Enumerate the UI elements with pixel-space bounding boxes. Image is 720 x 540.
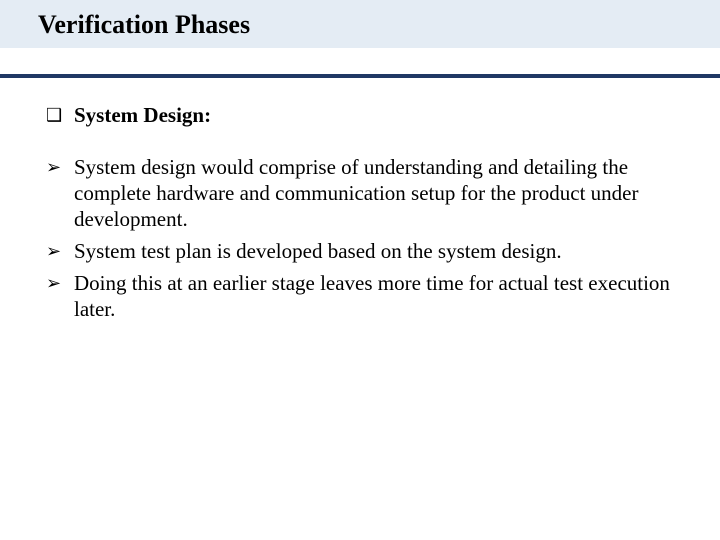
bullet-text: System test plan is developed based on t… <box>74 238 674 264</box>
section-heading-row: ❑ System Design: <box>46 102 674 128</box>
bullet-row: ➢ System test plan is developed based on… <box>46 238 674 264</box>
title-band: Verification Phases <box>0 0 720 48</box>
slide-title: Verification Phases <box>38 10 720 40</box>
arrow-icon: ➢ <box>46 270 74 296</box>
content-area: ❑ System Design: ➢ System design would c… <box>0 78 720 322</box>
bullet-text: System design would comprise of understa… <box>74 154 674 232</box>
arrow-icon: ➢ <box>46 238 74 264</box>
spacer <box>46 134 674 154</box>
slide: Verification Phases ❑ System Design: ➢ S… <box>0 0 720 540</box>
bullet-text: Doing this at an earlier stage leaves mo… <box>74 270 674 322</box>
section-heading-text: System Design: <box>74 102 674 128</box>
arrow-icon: ➢ <box>46 154 74 180</box>
bullet-row: ➢ Doing this at an earlier stage leaves … <box>46 270 674 322</box>
bullet-row: ➢ System design would comprise of unders… <box>46 154 674 232</box>
square-bullet-icon: ❑ <box>46 102 74 128</box>
